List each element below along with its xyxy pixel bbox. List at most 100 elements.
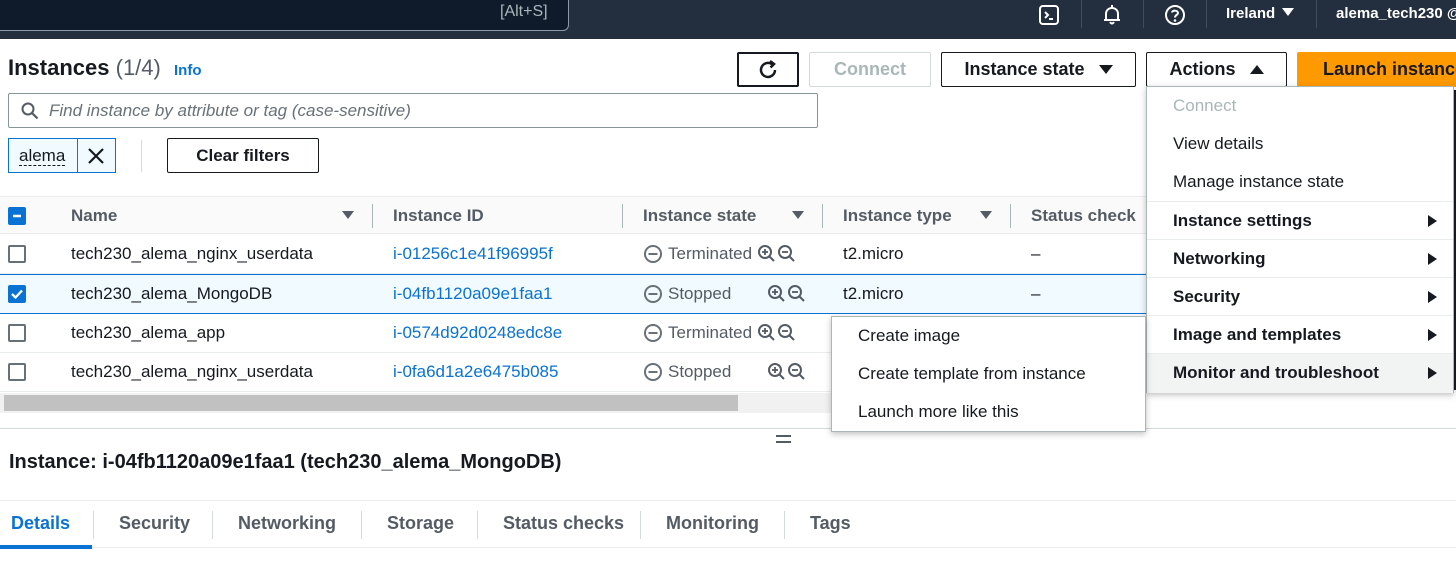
chevron-right-icon	[1428, 215, 1437, 227]
tab-security[interactable]: Security	[119, 513, 190, 534]
select-all-checkbox[interactable]	[8, 207, 26, 225]
row-checkbox[interactable]	[8, 363, 26, 381]
menu-item-instance-settings[interactable]: Instance settings	[1147, 201, 1453, 239]
launch-instances-button[interactable]: Launch instance	[1297, 52, 1456, 87]
chevron-right-icon	[1428, 329, 1437, 341]
global-search-box[interactable]	[0, 0, 569, 31]
menu-item-label: Launch more like this	[858, 402, 1019, 421]
menu-item-monitor-and-troubleshoot[interactable]: Monitor and troubleshoot	[1147, 353, 1453, 393]
instance-search-input[interactable]: Find instance by attribute or tag (case-…	[8, 93, 818, 128]
column-header-instance-id[interactable]: Instance ID	[393, 206, 484, 226]
cell-state-label: Stopped	[668, 362, 732, 381]
zoom-in-out-icon[interactable]	[767, 362, 807, 382]
menu-item-label: Security	[1173, 287, 1241, 306]
column-header-name[interactable]: Name	[71, 206, 117, 226]
cell-status-check: –	[1031, 284, 1041, 303]
menu-item-label: Create image	[858, 326, 961, 345]
zoom-in-out-icon[interactable]	[757, 323, 797, 343]
actions-button[interactable]: Actions	[1146, 52, 1287, 87]
filter-divider	[141, 140, 142, 172]
menu-item-view-details[interactable]: View details	[1147, 125, 1453, 163]
menu-item-manage-instance-state[interactable]: Manage instance state	[1147, 163, 1453, 201]
menu-item-connect[interactable]: Connect	[1147, 87, 1453, 125]
caret-up-icon	[1249, 65, 1264, 74]
horizontal-scrollbar-thumb[interactable]	[4, 395, 738, 411]
chevron-right-icon	[1428, 291, 1437, 303]
launch-label: Launch instance	[1323, 59, 1456, 79]
cell-instance-type: t2.micro	[843, 284, 904, 303]
refresh-button[interactable]	[737, 52, 799, 87]
split-panel-divider	[0, 428, 1456, 429]
menu-item-image-and-templates[interactable]: Image and templates	[1147, 315, 1453, 353]
cloudshell-icon[interactable]	[1038, 4, 1060, 26]
drag-handle-icon[interactable]	[776, 434, 791, 444]
actions-dropdown-menu: Connect View details Manage instance sta…	[1146, 86, 1454, 393]
tab-storage[interactable]: Storage	[387, 513, 454, 534]
cell-state-label: Terminated	[668, 323, 753, 342]
selection-count: (1/4)	[115, 55, 161, 80]
clear-filters-button[interactable]: Clear filters	[167, 138, 319, 173]
close-icon[interactable]	[87, 147, 105, 165]
menu-item-label: Instance settings	[1173, 211, 1312, 230]
sort-icon[interactable]	[980, 211, 992, 219]
column-divider	[1010, 204, 1011, 228]
cell-instance-id-link[interactable]: i-04fb1120a09e1faa1	[393, 284, 552, 304]
nav-divider	[1143, 0, 1144, 28]
tab-monitoring[interactable]: Monitoring	[666, 513, 759, 534]
cell-instance-type: t2.micro	[843, 244, 904, 263]
cell-name: tech230_alema_nginx_userdata	[71, 244, 313, 263]
account-menu[interactable]: alema_tech230 @	[1336, 5, 1456, 22]
stopped-status-icon	[644, 363, 662, 381]
checkmark-icon	[11, 289, 23, 300]
tab-details[interactable]: Details	[11, 513, 70, 534]
column-header-status-check[interactable]: Status check	[1031, 206, 1136, 226]
connect-button[interactable]: Connect	[809, 52, 931, 87]
column-divider	[372, 204, 373, 228]
help-icon[interactable]	[1164, 4, 1186, 26]
menu-item-launch-more[interactable]: Launch more like this	[832, 393, 1145, 431]
cell-state-label: Terminated	[668, 244, 753, 263]
cell-instance-id-link[interactable]: i-01256c1e41f96995f	[393, 244, 553, 264]
menu-item-networking[interactable]: Networking	[1147, 239, 1453, 277]
menu-item-label: Create template from instance	[858, 364, 1086, 383]
zoom-in-out-icon[interactable]	[767, 284, 807, 304]
sort-icon[interactable]	[792, 211, 804, 219]
column-header-instance-type[interactable]: Instance type	[843, 206, 952, 226]
chevron-right-icon	[1428, 367, 1437, 379]
row-checkbox[interactable]	[8, 324, 26, 342]
row-checkbox-checked[interactable]	[8, 285, 26, 303]
bell-icon[interactable]	[1101, 4, 1123, 26]
cell-instance-id-link[interactable]: i-0fa6d1a2e6475b085	[393, 362, 558, 382]
column-header-instance-state[interactable]: Instance state	[643, 206, 756, 226]
top-nav-bar: [Alt+S] Ireland alema_tech230 @	[0, 0, 1456, 39]
cell-state: Terminated	[643, 244, 797, 264]
instance-detail-title: Instance: i-04fb1120a09e1faa1 (tech230_a…	[9, 451, 562, 473]
row-checkbox[interactable]	[8, 245, 26, 263]
detail-tabs: Details Security Networking Storage Stat…	[0, 500, 1456, 549]
menu-item-label: Image and templates	[1173, 325, 1342, 344]
tab-networking[interactable]: Networking	[238, 513, 336, 534]
tab-divider	[361, 511, 362, 539]
tab-status-checks[interactable]: Status checks	[503, 513, 624, 534]
caret-down-icon	[1098, 65, 1113, 74]
filter-token-label[interactable]: alema	[19, 146, 66, 166]
instance-state-button[interactable]: Instance state	[941, 52, 1136, 87]
info-link[interactable]: Info	[174, 62, 202, 79]
menu-item-create-template[interactable]: Create template from instance	[832, 355, 1145, 393]
table-row-selected[interactable]: tech230_alema_MongoDB i-04fb1120a09e1faa…	[0, 274, 1146, 314]
menu-item-security[interactable]: Security	[1147, 277, 1453, 315]
sort-icon[interactable]	[342, 211, 354, 219]
cell-status-check: –	[1031, 244, 1041, 263]
menu-item-label: Manage instance state	[1173, 172, 1345, 191]
image-templates-submenu: Create image Create template from instan…	[831, 316, 1146, 432]
cell-name: tech230_alema_nginx_userdata	[71, 362, 313, 381]
tab-tags[interactable]: Tags	[810, 513, 851, 534]
refresh-icon	[759, 59, 777, 78]
cell-instance-id-link[interactable]: i-0574d92d0248edc8e	[393, 323, 562, 343]
table-row[interactable]: tech230_alema_nginx_userdata i-01256c1e4…	[0, 235, 1146, 274]
ec2-instances-page: [Alt+S] Ireland alema_tech230 @ Instance…	[0, 0, 1456, 564]
region-selector[interactable]: Ireland	[1226, 5, 1275, 22]
stopped-status-icon	[644, 324, 662, 342]
menu-item-create-image[interactable]: Create image	[832, 317, 1145, 355]
zoom-in-out-icon[interactable]	[757, 244, 797, 264]
